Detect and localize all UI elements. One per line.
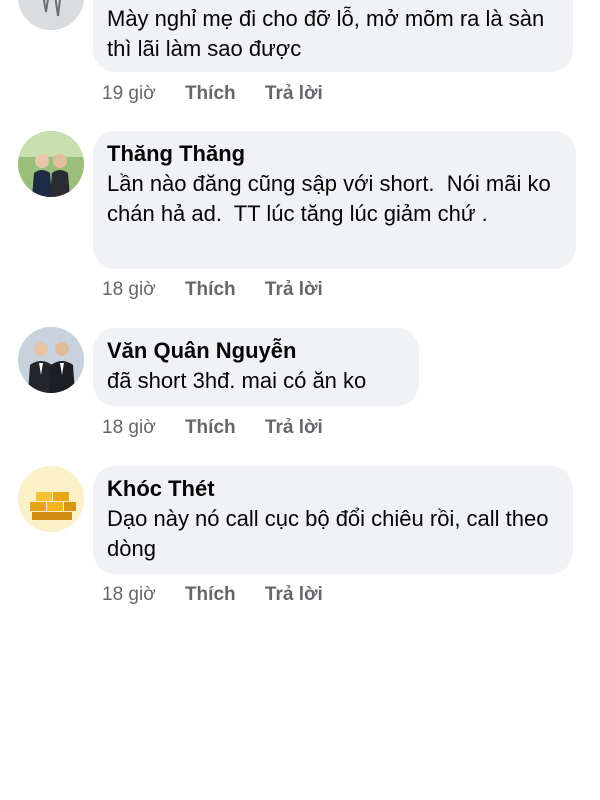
comment-time[interactable]: 18 giờ xyxy=(102,414,156,442)
comment-bubble: Thăng Thăng Lần nào đăng cũng sập với sh… xyxy=(93,131,576,269)
like-link[interactable]: Thích xyxy=(185,80,236,108)
couple-photo-avatar-icon[interactable] xyxy=(18,131,84,197)
comment-author[interactable]: Văn Quân Nguyễn xyxy=(107,336,405,366)
reply-link[interactable]: Trả lời xyxy=(265,581,323,609)
comment-time[interactable]: 19 giờ xyxy=(102,80,156,108)
like-link[interactable]: Thích xyxy=(185,276,236,304)
comment-author[interactable]: Thăng Thăng xyxy=(107,139,562,169)
reply-link[interactable]: Trả lời xyxy=(265,80,323,108)
comment-time[interactable]: 18 giờ xyxy=(102,581,156,609)
reply-link[interactable]: Trả lời xyxy=(265,276,323,304)
comment-actions: 18 giờ Thích Trả lời xyxy=(102,276,323,304)
comment-bubble: Văn Quân Nguyễn đã short 3hđ. mai có ăn … xyxy=(93,328,419,406)
like-link[interactable]: Thích xyxy=(185,581,236,609)
comment-text: Mày nghỉ mẹ đi cho đỡ lỗ, mở mõm ra là s… xyxy=(107,6,551,61)
comment-bubble: Mày nghỉ mẹ đi cho đỡ lỗ, mở mõm ra là s… xyxy=(93,0,573,72)
comment-actions: 18 giờ Thích Trả lời xyxy=(102,414,323,442)
like-link[interactable]: Thích xyxy=(185,414,236,442)
comment-author[interactable]: Khóc Thét xyxy=(107,474,559,504)
comment-time[interactable]: 18 giờ xyxy=(102,276,156,304)
comment-text: Dạo này nó call cục bộ đổi chiêu rồi, ca… xyxy=(107,506,555,561)
gold-bars-avatar-icon[interactable] xyxy=(18,466,84,532)
comment-bubble: Khóc Thét Dạo này nó call cục bộ đổi chi… xyxy=(93,466,573,574)
photo-avatar-icon[interactable] xyxy=(18,0,84,30)
two-men-suits-avatar-icon[interactable] xyxy=(18,327,84,393)
comment-text: đã short 3hđ. mai có ăn ko xyxy=(107,368,367,393)
reply-link[interactable]: Trả lời xyxy=(265,414,323,442)
comment-text: Lần nào đăng cũng sập với short. Nói mãi… xyxy=(107,171,557,226)
comment-actions: 18 giờ Thích Trả lời xyxy=(102,581,323,609)
comment-actions: 19 giờ Thích Trả lời xyxy=(102,80,323,108)
